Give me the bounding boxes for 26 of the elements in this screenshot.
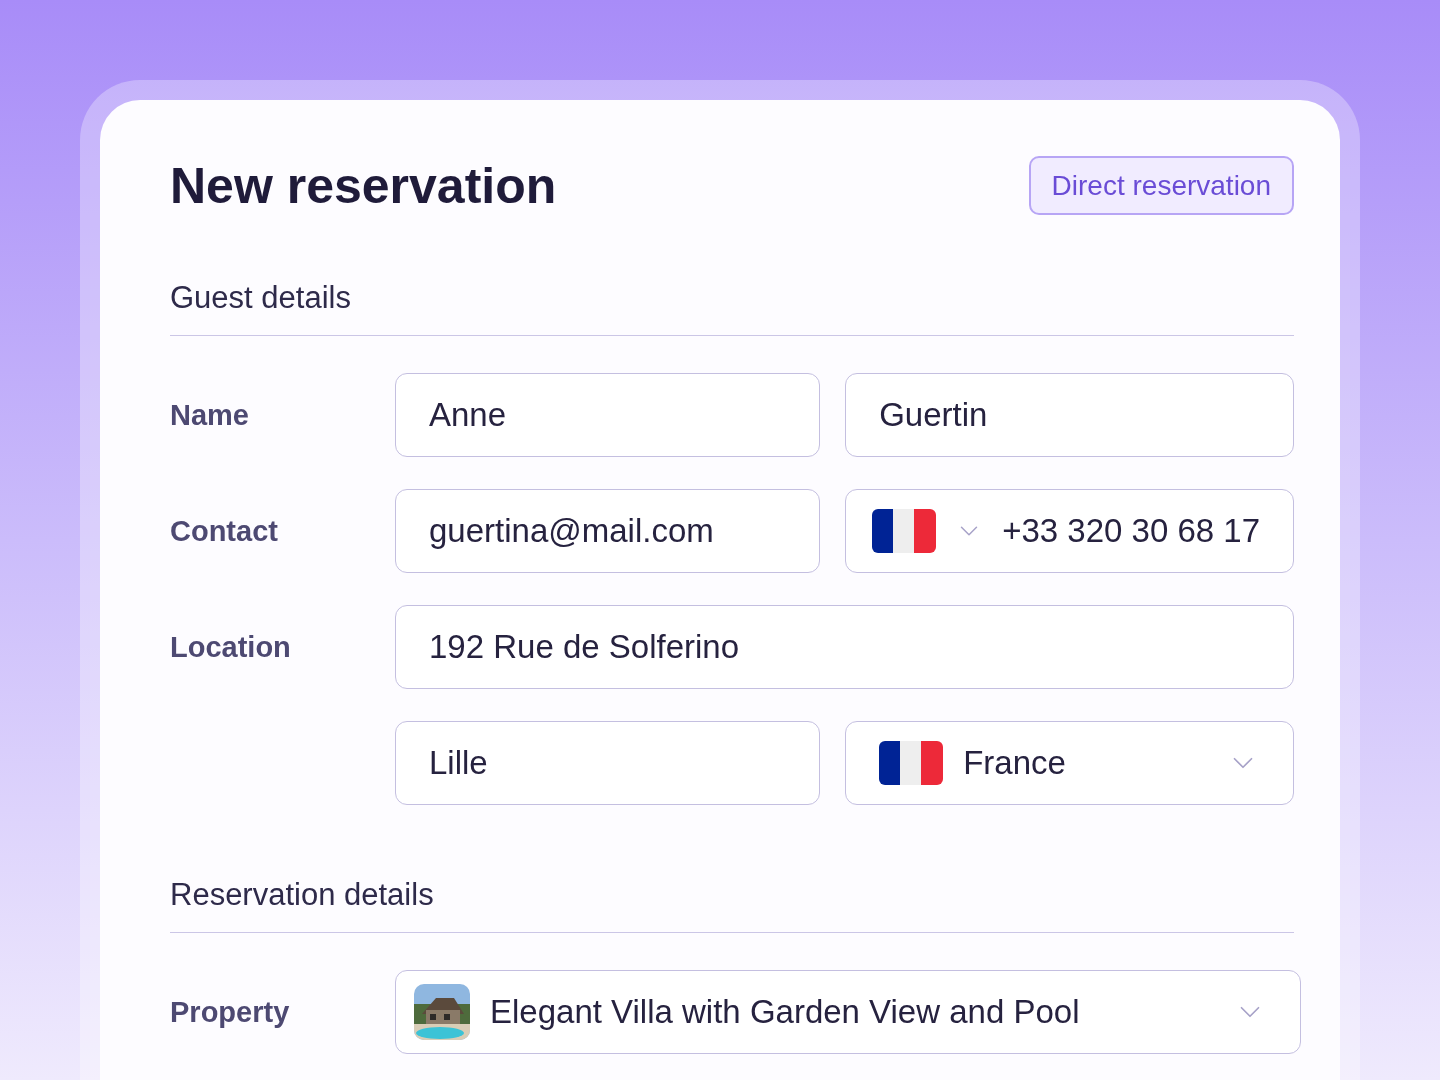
phone-field[interactable]: +33 320 30 68 17 (845, 489, 1294, 573)
input-field-value: guertina@mail.com (429, 512, 715, 550)
input-field-value: 192 Rue de Solferino (429, 628, 741, 666)
property-name: Elegant Villa with Garden View and Pool (490, 993, 1081, 1031)
text-field[interactable]: Guertin (845, 373, 1294, 457)
text-field[interactable]: 192 Rue de Solferino (395, 605, 1294, 689)
flag-icon (872, 509, 937, 553)
reservation-type-badge: Direct reservation (1028, 156, 1294, 215)
field-label: Location (170, 629, 292, 665)
flag-icon (879, 741, 944, 785)
phone-number: +33 320 30 68 17 (1002, 512, 1260, 550)
property-select[interactable]: Elegant Villa with Garden View and Pool (395, 970, 1301, 1054)
section-title: Guest details (170, 280, 1294, 336)
field-label: Name (170, 397, 250, 433)
text-field[interactable]: Lille (395, 721, 821, 805)
page-title: New reservation (170, 156, 557, 215)
text-field[interactable]: guertina@mail.com (395, 489, 821, 573)
input-field-value: Anne (429, 396, 508, 434)
field-label: Contact (170, 513, 279, 549)
input-field-value: Guertin (879, 396, 989, 434)
country-name: France (963, 744, 1067, 782)
field-label: Property (170, 994, 291, 1030)
section-title: Reservation details (170, 877, 1294, 933)
text-field[interactable]: Anne (395, 373, 821, 457)
country-select[interactable]: France (845, 721, 1294, 805)
input-field-value: Lille (429, 744, 489, 782)
